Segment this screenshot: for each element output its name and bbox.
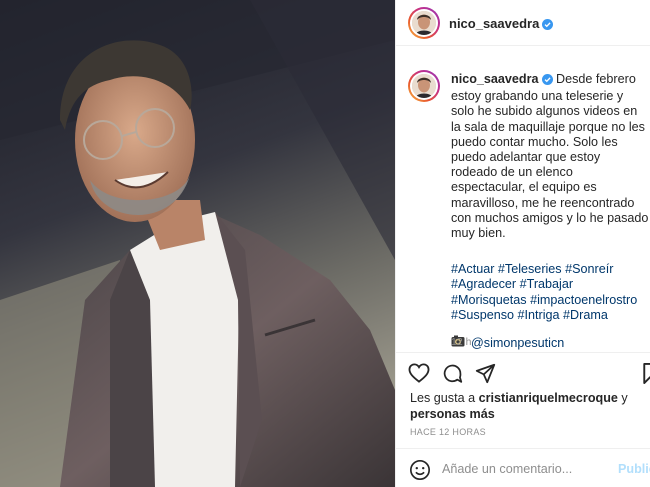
hashtag[interactable]: #impactoenelrostro xyxy=(530,293,637,307)
post-photo-image xyxy=(0,0,395,487)
post-header: nico_saavedra xyxy=(396,0,650,46)
hashtag[interactable]: #Suspenso xyxy=(451,308,514,322)
post-caption: nico_saavedra Desde febrero estoy graban… xyxy=(451,72,649,351)
mention-link[interactable]: @simonpesuticn xyxy=(471,336,564,351)
verified-badge-icon xyxy=(542,18,554,33)
hashtag[interactable]: #Agradecer xyxy=(451,277,516,291)
post-timestamp[interactable]: HACE 12 HORAS xyxy=(410,427,486,437)
verified-badge-icon xyxy=(541,74,553,89)
save-bookmark-icon[interactable] xyxy=(642,363,650,389)
caption-avatar-image xyxy=(412,74,436,98)
publish-comment-button[interactable]: Publicar xyxy=(618,462,650,476)
likes-user-link[interactable]: cristianriquelmecroque xyxy=(479,391,618,405)
avatar[interactable] xyxy=(408,7,440,39)
likes-and: y xyxy=(621,391,628,405)
hashtag[interactable]: #Teleseries xyxy=(498,262,562,276)
caption-avatar[interactable] xyxy=(408,70,440,102)
caption-username[interactable]: nico_saavedra xyxy=(451,72,539,86)
share-paper-plane-icon[interactable] xyxy=(475,363,496,389)
hashtag[interactable]: #Trabajar xyxy=(520,277,573,291)
hashtag[interactable]: #Intriga xyxy=(518,308,560,322)
likes-summary: Les gusta a cristianriquelmecroque y per… xyxy=(410,390,646,422)
header-username[interactable]: nico_saavedra xyxy=(449,16,554,33)
comment-bubble-icon[interactable] xyxy=(442,363,463,389)
post-photo[interactable] xyxy=(0,0,395,487)
caption-time: 12 h xyxy=(451,336,472,348)
post-sidebar: nico_saavedra nico_saavedra Desde febrer… xyxy=(395,0,650,487)
emoji-smiley-icon[interactable] xyxy=(409,459,431,486)
comment-box: Publicar xyxy=(396,448,650,487)
caption-text: Desde febrero estoy grabando una teleser… xyxy=(451,72,649,241)
likes-others-link[interactable]: personas más xyxy=(410,407,495,421)
action-bar xyxy=(396,352,650,392)
hashtag[interactable]: #Morisquetas xyxy=(451,293,527,307)
comment-input[interactable] xyxy=(442,459,612,479)
likes-prefix: Les gusta a xyxy=(410,391,476,405)
hashtag[interactable]: #Drama xyxy=(563,308,608,322)
like-heart-icon[interactable] xyxy=(408,363,430,388)
hashtag[interactable]: #Actuar xyxy=(451,262,494,276)
photo-credit: @simonpesuticn xyxy=(451,335,649,351)
header-username-text[interactable]: nico_saavedra xyxy=(449,16,539,31)
hashtag-list: #Actuar #Teleseries #Sonreír #Agradecer … xyxy=(451,262,649,323)
avatar-image xyxy=(412,11,436,35)
hashtag[interactable]: #Sonreír xyxy=(565,262,613,276)
